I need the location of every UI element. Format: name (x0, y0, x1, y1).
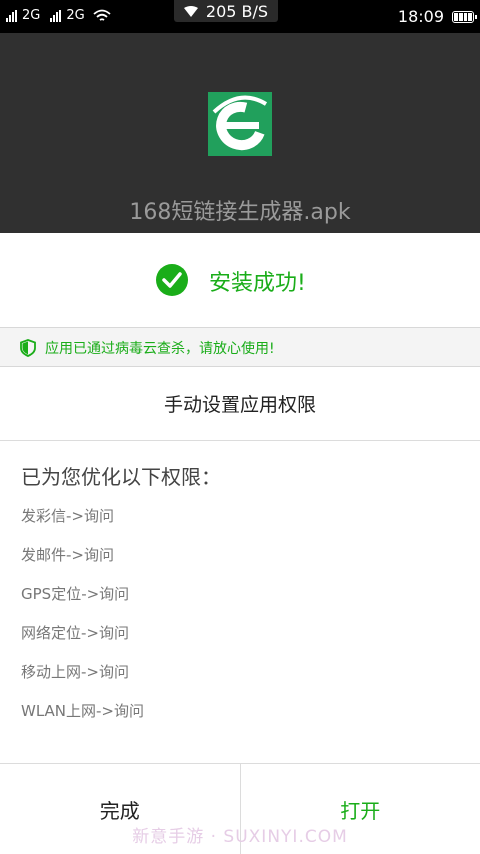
battery-icon (452, 10, 477, 23)
list-item: GPS定位->询问 (21, 585, 130, 603)
manual-permission-button[interactable]: 手动设置应用权限 (0, 367, 480, 441)
signal-icon (50, 9, 62, 22)
network-speed: 205 B/S (174, 0, 278, 22)
wifi-icon (183, 5, 198, 17)
shield-icon (20, 339, 36, 357)
security-notice-text: 应用已通过病毒云查杀，请放心使用! (45, 341, 275, 357)
permission-list: 发彩信->询问 发邮件->询问 GPS定位->询问 网络定位->询问 移动上网-… (21, 506, 144, 740)
list-item: 移动上网->询问 (21, 663, 129, 681)
signal-icon (6, 9, 17, 22)
list-item: 发彩信->询问 (21, 507, 114, 525)
app-name: 168短链接生成器.apk (129, 200, 351, 225)
status-bar: 2G 2G 205 B/S 18:09 (0, 0, 480, 33)
install-success: 安装成功! (0, 233, 480, 327)
network-type-2: 2G (66, 8, 85, 23)
network-type-1: 2G (22, 8, 41, 23)
app-header: 168短链接生成器.apk (0, 33, 480, 233)
install-status: 安装成功! (209, 271, 306, 296)
wifi-icon (93, 9, 111, 21)
status-right: 18:09 (397, 7, 477, 26)
security-notice: 应用已通过病毒云查杀，请放心使用! (0, 327, 480, 367)
status-left: 2G 2G (6, 8, 111, 23)
list-item: 网络定位->询问 (21, 624, 129, 642)
list-item: 发邮件->询问 (21, 546, 114, 564)
browser-e-icon (208, 92, 272, 156)
watermark: 新意手游 · SUXINYI.COM (132, 827, 348, 847)
speed-text: 205 B/S (205, 1, 269, 21)
list-item: WLAN上网->询问 (21, 702, 144, 720)
optimized-title: 已为您优化以下权限： (21, 465, 221, 489)
clock: 18:09 (397, 7, 444, 26)
check-icon (156, 264, 188, 296)
